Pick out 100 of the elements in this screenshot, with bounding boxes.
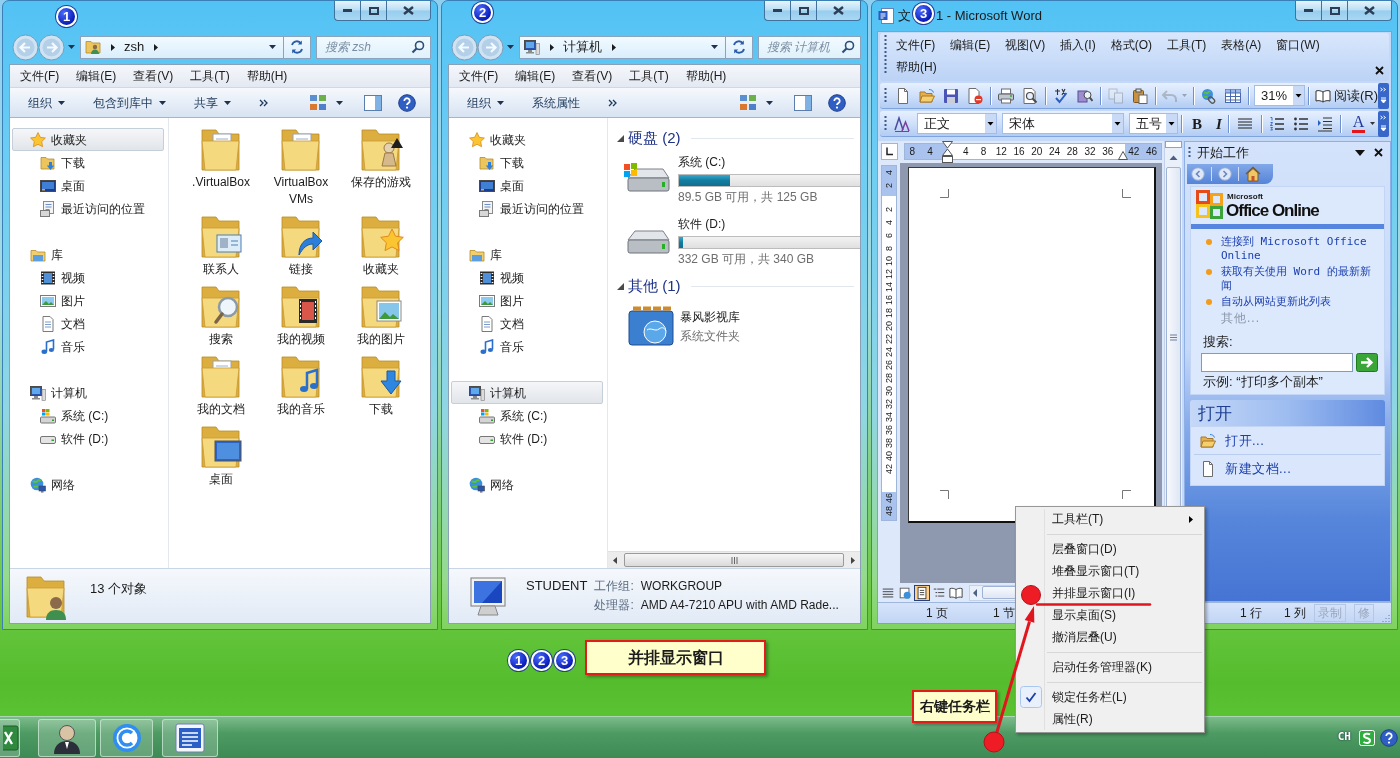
close-button[interactable] xyxy=(1347,1,1392,21)
nav-item[interactable]: 最近访问的位置 xyxy=(478,197,585,220)
taskbar-button[interactable] xyxy=(38,718,96,757)
indent-marker[interactable] xyxy=(942,141,953,163)
open-folder-icon[interactable] xyxy=(919,87,935,104)
zoom-combo[interactable]: 31% xyxy=(1254,85,1306,106)
preview-pane-icon[interactable] xyxy=(794,94,812,111)
book-magnifier-icon[interactable] xyxy=(1076,87,1093,104)
menu-item[interactable]: 工具栏(T) xyxy=(1046,510,1202,528)
news-link[interactable]: 连接到 Microsoft Office Online xyxy=(1221,235,1381,263)
menu-item[interactable]: 编辑(E) xyxy=(76,67,117,85)
nav-item[interactable]: 音乐 xyxy=(478,335,525,358)
view-options-icon[interactable] xyxy=(739,94,757,111)
bulleted-list-icon[interactable] xyxy=(1292,115,1309,132)
font-color-button[interactable]: A xyxy=(1351,114,1366,133)
menu-item[interactable]: 帮助(H) xyxy=(685,67,727,85)
numbered-list-icon[interactable] xyxy=(1268,115,1285,132)
help-icon[interactable] xyxy=(1380,728,1398,747)
read-button[interactable]: 阅读(R) xyxy=(1314,85,1378,106)
caret-icon[interactable] xyxy=(1355,149,1365,156)
menu-item[interactable]: 窗口(W) xyxy=(1276,34,1320,56)
menu-item[interactable]: 工具(T) xyxy=(190,67,230,85)
menu-item[interactable]: 属性(R) xyxy=(1046,710,1202,728)
styles-icon[interactable] xyxy=(894,115,910,132)
nav-item[interactable]: 视频 xyxy=(39,266,86,289)
nav-item[interactable]: 图片 xyxy=(39,289,86,312)
menu-item[interactable]: 撤消层叠(U) xyxy=(1046,628,1202,646)
page-layout-icon[interactable] xyxy=(914,584,930,601)
news-link[interactable]: 获取有关使用 Word 的最新新闻 xyxy=(1221,265,1381,293)
menu-item[interactable]: 启动任务管理器(K) xyxy=(1046,658,1202,676)
menu-item[interactable]: 堆叠显示窗口(T) xyxy=(1046,562,1202,580)
breadcrumb-item[interactable]: 计算机 xyxy=(563,37,602,57)
blank-page-icon[interactable] xyxy=(895,87,911,104)
menu-item[interactable]: 显示桌面(S) xyxy=(1046,606,1202,624)
folder-item[interactable]: 收藏夹 xyxy=(357,213,405,278)
folder-item[interactable]: 我的图片 xyxy=(357,283,405,348)
drive-name[interactable]: 软件 (D:) xyxy=(678,217,726,232)
nav-item[interactable]: 桌面 xyxy=(39,174,86,197)
printer-icon[interactable] xyxy=(997,87,1014,104)
nav-item[interactable]: 文档 xyxy=(478,312,525,335)
italic-button[interactable]: I xyxy=(1213,114,1225,133)
address-bar[interactable]: 计算机 xyxy=(519,35,753,59)
nav-item[interactable]: 软件 (D:) xyxy=(478,427,549,450)
taskbar-button[interactable] xyxy=(162,718,218,757)
nav-item[interactable]: 文档 xyxy=(39,312,86,335)
menu-item[interactable]: 表格(A) xyxy=(1221,34,1262,56)
menu-item[interactable]: 编辑(E) xyxy=(515,67,556,85)
nav-item[interactable]: 收藏夹 xyxy=(468,128,527,151)
folder-item[interactable]: 下载 xyxy=(357,353,405,418)
caret-icon[interactable] xyxy=(766,100,773,105)
caret-icon[interactable] xyxy=(269,45,276,49)
minimize-button[interactable] xyxy=(1295,1,1321,21)
folder-item[interactable]: 联系人 xyxy=(197,213,245,278)
minimize-button[interactable] xyxy=(334,1,360,21)
gripper-icon[interactable] xyxy=(884,86,887,105)
right-indent-marker[interactable] xyxy=(1118,151,1128,160)
tab-stop-icon[interactable] xyxy=(880,143,898,160)
gripper-icon[interactable] xyxy=(884,34,887,74)
indent-icon[interactable] xyxy=(1316,115,1333,132)
nav-item[interactable]: 库 xyxy=(29,243,64,266)
globe-chain-icon[interactable] xyxy=(1201,87,1218,104)
close-button[interactable] xyxy=(386,1,431,21)
caret-icon[interactable] xyxy=(507,45,514,49)
folder-item[interactable]: 我的视频 xyxy=(277,283,325,348)
gripper-icon[interactable] xyxy=(884,114,887,133)
nav-item[interactable]: 系统 (C:) xyxy=(478,404,549,427)
item-name[interactable]: 暴风影视库 xyxy=(680,308,740,325)
view-options-icon[interactable] xyxy=(309,94,327,111)
minimize-button[interactable] xyxy=(764,1,790,21)
caret-icon[interactable] xyxy=(711,45,718,49)
breadcrumb-arrow-icon[interactable] xyxy=(111,43,115,51)
refresh-arrows-icon[interactable] xyxy=(731,39,747,55)
folder-item[interactable]: VirtualBox VMs xyxy=(262,126,340,208)
menu-item[interactable]: 视图(V) xyxy=(1005,34,1046,56)
double-chevron-icon[interactable] xyxy=(608,98,617,107)
menu-item[interactable]: 格式(O) xyxy=(1110,34,1152,56)
font-size-combo[interactable]: 五号 xyxy=(1129,113,1178,134)
toolbar-options-icon[interactable] xyxy=(1378,110,1389,137)
menu-item[interactable]: 工具(T) xyxy=(1167,34,1207,56)
preview-pane-icon[interactable] xyxy=(364,94,382,111)
clipboard-icon[interactable] xyxy=(1131,87,1148,104)
address-bar[interactable]: zsh xyxy=(80,35,311,59)
page-blocked-icon[interactable] xyxy=(967,87,983,104)
nav-item[interactable]: 图片 xyxy=(478,289,525,312)
split-box[interactable] xyxy=(1165,141,1182,148)
breadcrumb-arrow-icon[interactable] xyxy=(550,43,554,51)
folder-item[interactable]: 保存的游戏 xyxy=(351,126,411,208)
nav-item[interactable]: 最近访问的位置 xyxy=(39,197,146,220)
folder-item[interactable]: 链接 xyxy=(277,213,325,278)
gripper-icon[interactable] xyxy=(1188,145,1191,160)
command-button[interactable]: 共享 xyxy=(194,93,231,112)
double-chevron-icon[interactable] xyxy=(259,98,268,107)
maximize-button[interactable] xyxy=(1321,1,1347,21)
nav-item[interactable]: 下载 xyxy=(39,151,86,174)
nav-item[interactable]: 音乐 xyxy=(39,335,86,358)
breadcrumb-item[interactable]: zsh xyxy=(124,37,145,57)
maximize-button[interactable] xyxy=(790,1,816,21)
task-link[interactable]: 打开... xyxy=(1200,427,1265,454)
menu-item[interactable]: 工具(T) xyxy=(629,67,669,85)
menu-item[interactable]: 文件(F) xyxy=(20,67,60,85)
